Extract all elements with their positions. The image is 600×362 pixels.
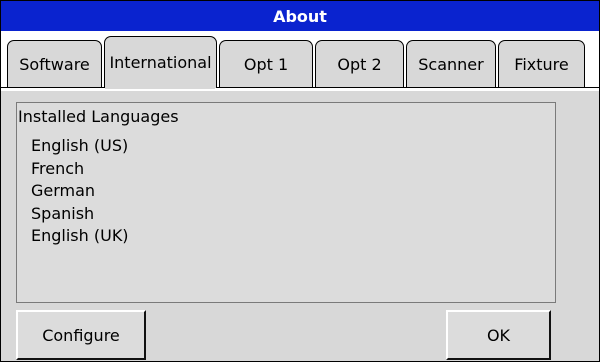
tab-label: International	[109, 53, 212, 72]
tab-label: Fixture	[514, 55, 569, 74]
ok-button[interactable]: OK	[446, 310, 551, 360]
button-label: Configure	[42, 325, 120, 345]
tab-international[interactable]: International	[104, 36, 217, 88]
group-title: Installed Languages	[18, 107, 179, 126]
tab-label: Software	[19, 55, 90, 74]
list-item: French	[31, 158, 85, 178]
tab-scanner[interactable]: Scanner	[406, 40, 496, 88]
window-title: About	[273, 6, 327, 26]
list-item: English (US)	[31, 136, 129, 155]
tab-strip: Software International Opt 1 Opt 2 Scann…	[1, 31, 599, 91]
tab-label: Scanner	[418, 55, 484, 74]
tab-label: Opt 2	[337, 55, 382, 74]
tab-divider	[1, 87, 599, 88]
tab-fixture[interactable]: Fixture	[498, 40, 585, 88]
tab-opt-1[interactable]: Opt 1	[219, 40, 313, 88]
button-label: OK	[486, 325, 511, 345]
active-tab-gap	[105, 87, 215, 89]
language-list: English (US) French German Spanish Engli…	[31, 135, 129, 248]
tab-label: Opt 1	[243, 55, 289, 74]
list-item: German	[31, 181, 96, 200]
list-item: English (UK)	[31, 226, 129, 245]
about-window: About Software International Opt 1 Opt 2…	[0, 0, 600, 362]
tab-opt-2[interactable]: Opt 2	[315, 40, 404, 88]
list-item: Spanish	[31, 203, 95, 223]
installed-languages-group: Installed Languages English (US) French …	[16, 102, 556, 303]
configure-button[interactable]: Configure	[16, 310, 146, 360]
title-bar: About	[1, 1, 599, 31]
tab-software[interactable]: Software	[7, 40, 102, 88]
